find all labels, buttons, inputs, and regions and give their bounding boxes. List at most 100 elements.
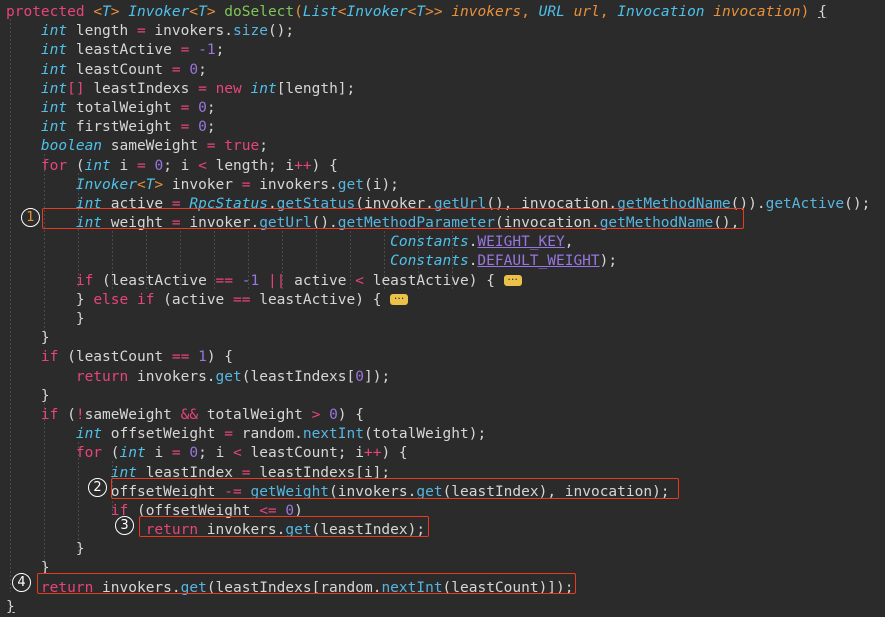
token-text: ; i bbox=[163, 157, 199, 174]
token-text: invokers. bbox=[128, 368, 216, 385]
token-identifier: length bbox=[67, 23, 137, 40]
token-operator: || bbox=[267, 272, 286, 289]
token-method-call: size bbox=[233, 23, 268, 40]
token-text: ; bbox=[206, 99, 216, 116]
code-line[interactable]: int active = RpcStatus.getStatus(invoker… bbox=[0, 195, 885, 214]
token-operator: && bbox=[180, 406, 199, 423]
token-identifier: totalWeight bbox=[67, 99, 181, 116]
token-type: Invoker bbox=[346, 4, 408, 20]
token-identifier: sameWeight bbox=[84, 406, 181, 423]
token-operator: = bbox=[171, 61, 181, 78]
token-primitive: int bbox=[75, 195, 103, 212]
token-keyword: new bbox=[215, 80, 242, 97]
token-text: totalWeight bbox=[198, 406, 312, 423]
code-line[interactable]: for (int i = 0; i < leastCount; i++) { bbox=[0, 444, 885, 463]
token-primitive: int bbox=[110, 464, 137, 481]
token-generic-close: > bbox=[206, 4, 225, 20]
token-primitive: int bbox=[119, 445, 146, 462]
token-keyword: return bbox=[75, 368, 129, 385]
code-line[interactable]: if (leastActive == -1 || active < leastA… bbox=[0, 272, 885, 291]
code-line[interactable]: } else if (active == leastActive) { ··· bbox=[0, 291, 885, 310]
token-text: (i); bbox=[363, 176, 399, 193]
token-text: random. bbox=[233, 426, 303, 443]
token-operator: <= bbox=[259, 502, 277, 519]
code-line[interactable]: } bbox=[0, 387, 885, 406]
annotation-marker-2: 2 bbox=[88, 478, 107, 497]
token-text: (), invocation. bbox=[486, 195, 618, 212]
token-operator: < bbox=[355, 272, 364, 289]
code-line[interactable]: protected <T> Invoker<T> doSelect(List<I… bbox=[0, 3, 885, 22]
code-line[interactable]: int length = invokers.size(); bbox=[0, 22, 885, 41]
code-editor[interactable]: protected <T> Invoker<T> doSelect(List<I… bbox=[0, 0, 885, 615]
code-line[interactable]: int weight = invoker.getUrl().getMethodP… bbox=[0, 214, 885, 233]
code-line[interactable]: } bbox=[0, 310, 885, 329]
token-identifier: weight bbox=[102, 215, 172, 232]
token-primitive: boolean bbox=[40, 138, 103, 155]
code-line[interactable]: Constants.DEFAULT_WEIGHT); bbox=[0, 252, 885, 271]
token-operator: == bbox=[233, 291, 251, 308]
token-text: (totalWeight); bbox=[363, 426, 487, 443]
code-line[interactable]: } bbox=[0, 329, 885, 348]
token-static-field: DEFAULT_WEIGHT bbox=[477, 253, 600, 270]
code-line[interactable]: int leastIndex = leastIndexs[i]; bbox=[0, 464, 885, 483]
code-line[interactable]: int offsetWeight = random.nextInt(totalW… bbox=[0, 425, 885, 444]
token-method-call: getStatus bbox=[276, 195, 356, 212]
code-line[interactable]: int leastActive = -1; bbox=[0, 41, 885, 60]
token-type: Invocation bbox=[617, 4, 705, 20]
token-text: leastActive) { bbox=[250, 291, 391, 308]
code-line[interactable]: } bbox=[0, 540, 885, 559]
code-line[interactable]: Invoker<T> invoker = invokers.get(i); bbox=[0, 176, 885, 195]
code-line[interactable]: if (leastCount == 1) { bbox=[0, 348, 885, 367]
token-operator: ++ bbox=[294, 157, 312, 174]
token-type: URL bbox=[538, 4, 565, 20]
token-operator: < bbox=[198, 157, 207, 174]
token-text: (leastCount)]); bbox=[442, 579, 574, 596]
token-keyword: if bbox=[75, 272, 94, 289]
token-primitive: int bbox=[75, 215, 103, 232]
code-line[interactable]: boolean sameWeight = true; bbox=[0, 137, 885, 156]
token-number: 0 bbox=[189, 61, 199, 78]
token-operator: = bbox=[137, 157, 146, 174]
folded-code-marker[interactable]: ··· bbox=[503, 274, 522, 286]
token-method-call: getMethodName bbox=[599, 215, 714, 232]
token-boolean-literal: true bbox=[224, 138, 260, 155]
token-comma: , bbox=[521, 4, 539, 20]
token-text: length; i bbox=[206, 157, 295, 174]
token-text: ) { bbox=[311, 157, 338, 174]
code-line[interactable]: int firstWeight = 0; bbox=[0, 118, 885, 137]
token-text: ) { bbox=[337, 406, 364, 423]
token-identifier: sameWeight bbox=[102, 138, 207, 155]
token-primitive: int bbox=[40, 119, 68, 136]
code-line[interactable]: for (int i = 0; i < length; i++) { bbox=[0, 157, 885, 176]
folded-code-marker[interactable]: ··· bbox=[390, 293, 409, 305]
token-type-param: T bbox=[102, 4, 111, 20]
token-operator: = bbox=[171, 195, 181, 212]
code-line[interactable]: return invokers.get(leastIndexs[random.n… bbox=[0, 579, 885, 598]
code-line[interactable]: if (offsetWeight <= 0) bbox=[0, 502, 885, 521]
code-line[interactable]: offsetWeight -= getWeight(invokers.get(l… bbox=[0, 483, 885, 502]
code-line[interactable]: } bbox=[0, 598, 885, 617]
token-method-call: nextInt bbox=[381, 579, 443, 596]
code-line[interactable]: Constants.WEIGHT_KEY, bbox=[0, 233, 885, 252]
token-text: ); bbox=[599, 253, 618, 270]
token-identifier: firstWeight bbox=[67, 119, 181, 136]
token-type-param: T bbox=[198, 4, 207, 20]
token-brace: } bbox=[40, 560, 50, 577]
code-line[interactable]: if (!sameWeight && totalWeight > 0) { bbox=[0, 406, 885, 425]
code-line[interactable]: int leastCount = 0; bbox=[0, 61, 885, 80]
code-line[interactable]: } bbox=[0, 559, 885, 578]
token-primitive: int bbox=[40, 80, 68, 97]
code-line[interactable]: int[] leastIndexs = new int[length]; bbox=[0, 80, 885, 99]
code-line[interactable]: int totalWeight = 0; bbox=[0, 99, 885, 118]
token-number: -1 bbox=[241, 272, 260, 289]
token-identifier: offsetWeight bbox=[102, 426, 225, 443]
token-operator: < bbox=[233, 445, 242, 462]
code-line[interactable]: return invokers.get(leastIndexs[0]); bbox=[0, 368, 885, 387]
